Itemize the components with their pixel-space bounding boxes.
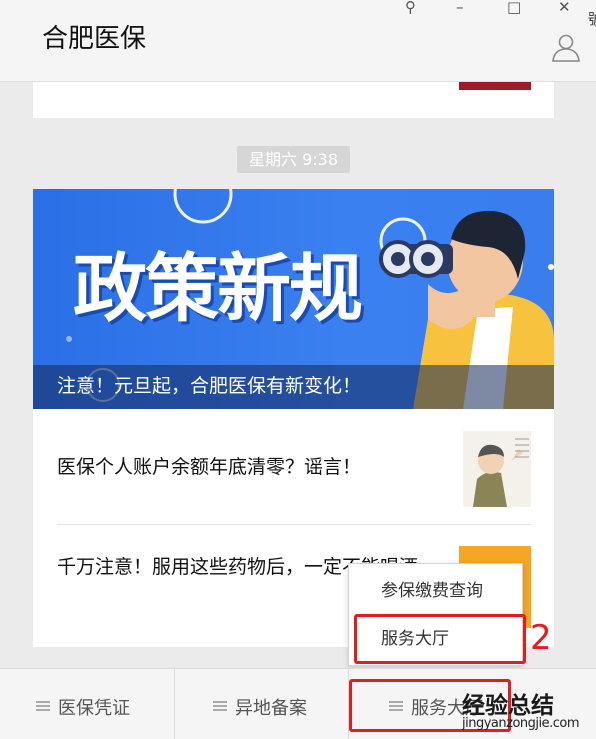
- profile-icon[interactable]: [550, 31, 582, 63]
- tab-label: 医保凭证: [58, 698, 130, 719]
- minimize-button[interactable]: –: [456, 0, 464, 16]
- banner-caption: 注意！元旦起，合肥医保有新变化！: [57, 375, 362, 397]
- message-timestamp: 星期六 9:38: [237, 146, 350, 173]
- menu-item-payment-query[interactable]: 参保缴费查询: [349, 568, 524, 614]
- news-banner[interactable]: 政策新规 注意！元旦起，合肥医保有新变化！: [33, 189, 554, 409]
- previous-news-card[interactable]: [33, 82, 554, 118]
- article-title: 医保个人账户余额年底清零？谣言！: [57, 456, 362, 478]
- previous-card-thumbnail: [459, 82, 531, 90]
- highlight-box-menu: [354, 614, 526, 664]
- watermark: 经验总结: [462, 693, 554, 719]
- tab-remote-filing[interactable]: 异地备案: [174, 669, 348, 739]
- tab-label: 异地备案: [235, 698, 307, 719]
- menu-lines-icon: [213, 701, 227, 711]
- banner-headline: 政策新规: [73, 246, 363, 332]
- maximize-button[interactable]: □: [507, 0, 521, 16]
- title-bar: 合肥医保 ⚲ – □ ✕ 號: [0, 0, 596, 82]
- article-thumbnail: [463, 431, 531, 507]
- edge-clipped-text: 號: [588, 10, 596, 28]
- tab-medical-certificate[interactable]: 医保凭证: [0, 669, 174, 739]
- step-number: 2: [530, 618, 552, 658]
- close-button[interactable]: ✕: [558, 0, 571, 16]
- watermark-url: jingyanzongjie.com: [462, 716, 580, 731]
- app-title: 合肥医保: [42, 24, 147, 54]
- pin-icon[interactable]: ⚲: [405, 0, 416, 16]
- menu-lines-icon: [36, 701, 50, 711]
- article-item[interactable]: 医保个人账户余额年底清零？谣言！: [57, 409, 531, 525]
